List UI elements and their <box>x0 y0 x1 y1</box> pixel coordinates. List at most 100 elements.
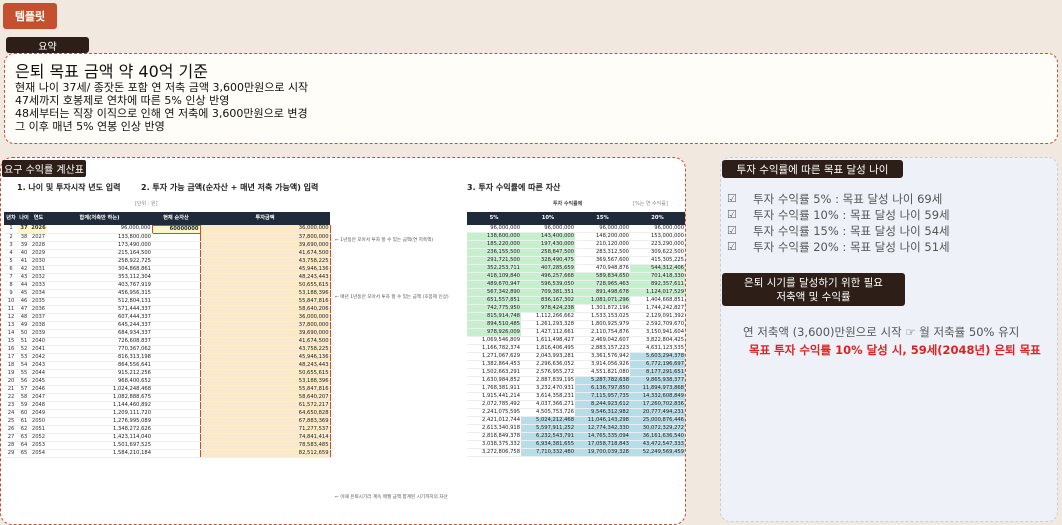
table-cell: 55,847,816 <box>199 297 331 306</box>
table-cell: 2,576,955,272 <box>521 368 575 378</box>
table-cell: 726,608,837 <box>47 337 152 346</box>
checkbox-icon: ☑ <box>727 192 737 205</box>
rate-header: 20% <box>630 212 685 225</box>
table-row: 352,253,711 407,285,659 470,948,876 544,312… <box>467 264 685 274</box>
table-cell: 223,290,000 <box>630 240 685 250</box>
table-cell: 58,640,206 <box>199 305 331 314</box>
col-header: 투자금액 <box>200 212 330 225</box>
unit-note: [단위 : 원] <box>135 201 158 207</box>
col-header: 나이 <box>18 212 30 225</box>
table-row: 14 50 2039 684,934,337 39,690,000 <box>4 329 331 338</box>
table-cell: 43,472,547,333 <box>630 440 685 450</box>
table-row: 3,272,806,758 7,710,332,480 19,700,039,328… <box>467 448 685 458</box>
table-cell: 6 <box>4 265 18 274</box>
table-row: 26 62 2051 1,348,272,626 71,277,537 <box>4 425 331 434</box>
table-cell: 37,800,000 <box>199 321 331 330</box>
table-cell <box>152 289 200 298</box>
table-cell: 291,721,500 <box>467 256 521 266</box>
table-cell <box>152 297 200 306</box>
table-cell: 43 <box>18 273 30 282</box>
table-cell: 1,800,925,979 <box>575 320 630 330</box>
table-row: 815,914,748 1,112,266,662 1,533,153,025 2,1… <box>467 312 685 322</box>
table-cell: 403,767,919 <box>47 281 152 290</box>
table-cell: 3,822,804,425 <box>630 336 685 346</box>
table-cell: 2042 <box>30 353 47 362</box>
table-row: 6 42 2031 304,868,861 45,946,136 <box>4 265 331 274</box>
table-cell: 978,926,009 <box>467 328 521 338</box>
table-cell: 138,600,000 <box>467 232 521 242</box>
table-cell: 16 <box>4 345 18 354</box>
table-cell: 607,444,337 <box>47 313 152 322</box>
table-cell: 9 <box>4 289 18 298</box>
table-cell: 2051 <box>30 425 47 434</box>
table-cell: 567,342,890 <box>467 288 521 298</box>
table-cell: 23 <box>4 401 18 410</box>
table-cell: 26 <box>4 425 18 434</box>
table-cell: 2052 <box>30 433 47 442</box>
table-cell: 27 <box>4 433 18 442</box>
input-table: 년차 나이 연도 합계(저축만 하는) 현재 순자산 투자금액 1 37 2026 9… <box>4 212 331 458</box>
template-button[interactable]: 템플릿 <box>3 3 57 29</box>
table-cell: 328,490,475 <box>521 256 575 266</box>
table-cell: 2,072,785,492 <box>467 400 521 410</box>
table-cell: 596,539,050 <box>521 280 575 290</box>
goal-text: 투자 수익률 5% : 목표 달성 나이 69세 <box>753 192 943 206</box>
table-cell <box>152 249 200 258</box>
table-cell: 43,758,225 <box>199 345 331 354</box>
table-row: 185,220,000 197,430,000 210,120,000 223,290… <box>467 240 685 250</box>
table-cell: 2,818,849,378 <box>467 432 521 442</box>
table-cell: 14,765,335,094 <box>575 432 630 442</box>
table-cell: 36,000,000 <box>199 225 331 234</box>
table-cell <box>152 385 200 394</box>
table-cell: 20 <box>4 377 18 386</box>
table-cell: 1 <box>4 225 18 234</box>
table-cell: 978,424,238 <box>521 304 575 314</box>
table-cell: 1,816,406,495 <box>521 344 575 354</box>
table-row: 236,155,500 258,847,500 283,312,500 309,622… <box>467 248 685 258</box>
table-cell: 1,301,872,196 <box>575 304 630 314</box>
table-cell: 2045 <box>30 377 47 386</box>
table-cell: 48 <box>18 313 30 322</box>
table-cell: 148,200,000 <box>575 232 630 242</box>
table-cell: 2046 <box>30 385 47 394</box>
table-cell: 1,112,266,662 <box>521 312 575 322</box>
table-cell <box>152 425 200 434</box>
table-cell: 8,244,923,612 <box>575 400 630 410</box>
table-cell <box>152 321 200 330</box>
summary-line: 48세부터는 직장 이직으로 인해 연 저축에 3,600만원으로 변경 <box>15 107 308 120</box>
table-cell: 2036 <box>30 305 47 314</box>
table-cell: 41,674,500 <box>199 337 331 346</box>
table-cell: 7,710,332,480 <box>521 448 575 458</box>
table-cell: 17,058,718,843 <box>575 440 630 450</box>
table-cell: 2041 <box>30 345 47 354</box>
table-row: 5 41 2030 258,922,725 43,758,225 <box>4 257 331 266</box>
summary-label: 요약 <box>6 37 89 53</box>
table-cell: 13 <box>4 321 18 330</box>
table-row: 20 56 2045 968,400,652 53,188,396 <box>4 377 331 386</box>
table-row: 16 52 2041 770,367,062 43,758,225 <box>4 345 331 354</box>
table-cell: 1,144,460,892 <box>47 401 152 410</box>
table-row: 18 54 2043 864,556,641 48,243,443 <box>4 361 331 370</box>
table-row: 2,072,785,492 4,037,366,271 8,244,923,612 1… <box>467 400 685 410</box>
table-cell: 45,946,136 <box>199 265 331 274</box>
table-cell <box>152 393 200 402</box>
table-cell: 645,244,337 <box>47 321 152 330</box>
table-cell: 2031 <box>30 265 47 274</box>
col-header: 현재 순자산 <box>152 212 200 225</box>
table-cell: 43,758,225 <box>199 257 331 266</box>
table-cell: 1,261,293,328 <box>521 320 575 330</box>
table-cell: 3,150,941,604 <box>630 328 685 338</box>
table-cell: 1,209,111,720 <box>47 409 152 418</box>
checkbox-icon: ☑ <box>727 240 737 253</box>
table-cell: 7 <box>4 273 18 282</box>
table-cell: 283,312,500 <box>575 248 630 258</box>
goal-item: ☑ 투자 수익률 20% : 목표 달성 나이 51세 <box>727 239 1047 255</box>
table-row: 567,342,890 709,381,351 891,498,678 1,124,0… <box>467 288 685 298</box>
table-cell: 1,082,888,675 <box>47 393 152 402</box>
table-cell: 197,430,000 <box>521 240 575 250</box>
table-row: 742,775,950 978,424,238 1,301,872,196 1,744… <box>467 304 685 314</box>
calc-sheet: 1. 나이 및 투자시작 년도 입력 2. 투자 가능 금액(순자산 + 매년 … <box>0 157 686 525</box>
table-cell: 52,249,569,459 <box>630 448 685 458</box>
table-cell: 46 <box>18 297 30 306</box>
goal-text: 투자 수익률 15% : 목표 달성 나이 54세 <box>753 224 950 238</box>
